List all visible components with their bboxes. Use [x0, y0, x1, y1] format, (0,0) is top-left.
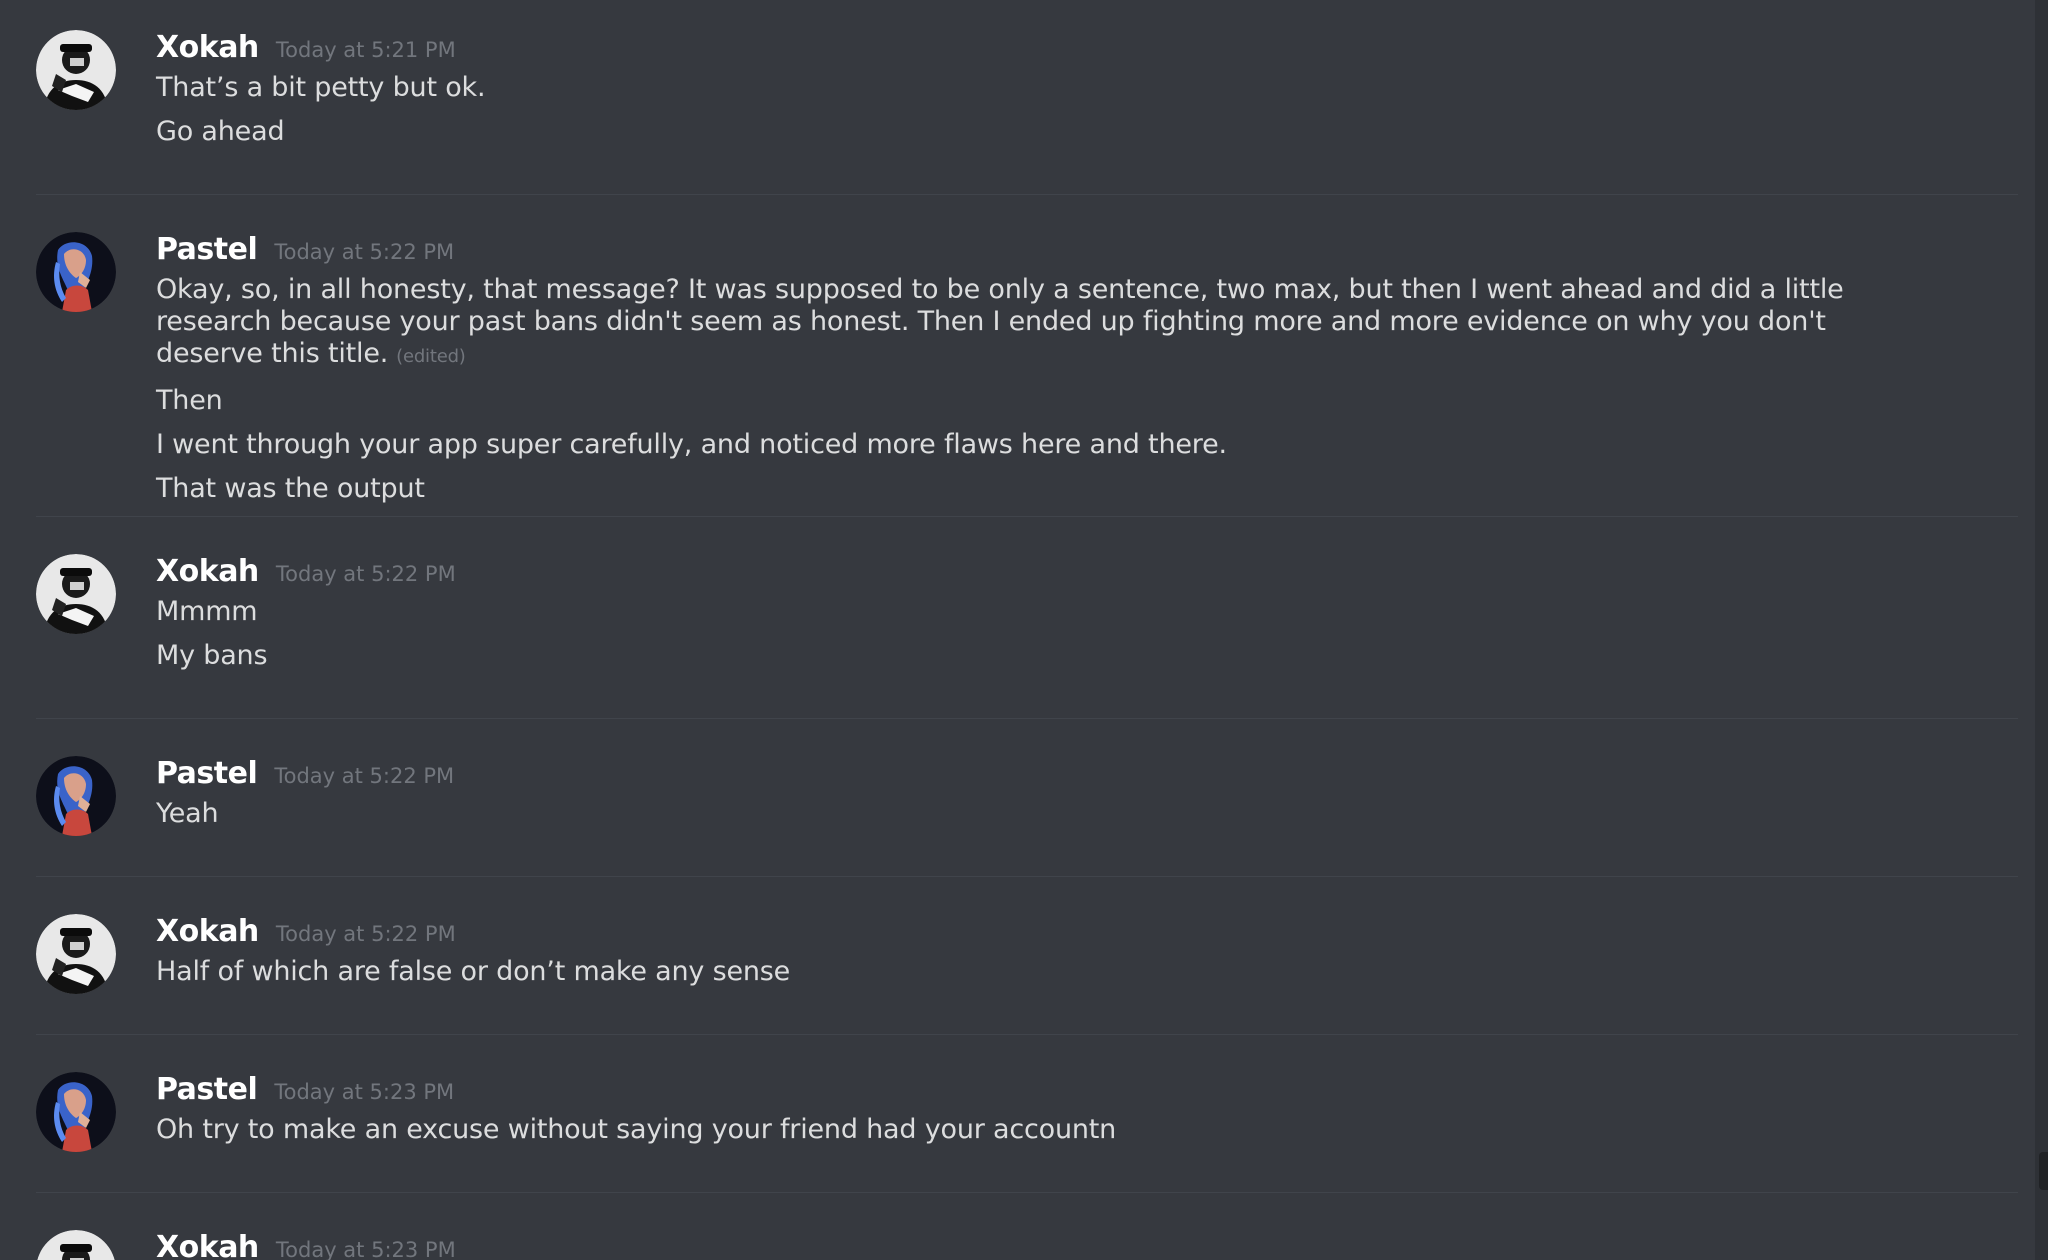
message-header: Xokah Today at 5:22 PM	[156, 914, 2016, 954]
message-text: Go ahead	[156, 116, 285, 147]
message-text: Then	[156, 385, 223, 416]
blue-haired-person-avatar-icon	[36, 232, 116, 312]
message-content: Xokah Today at 5:22 PM Mmmm My bans	[156, 554, 2016, 672]
message-text: Half of which are false or don’t make an…	[156, 956, 791, 987]
avatar[interactable]	[36, 30, 116, 110]
blue-haired-person-avatar-icon	[36, 1072, 116, 1152]
message-text: Mmmm	[156, 596, 258, 627]
avatar[interactable]	[36, 1230, 116, 1260]
avatar[interactable]	[36, 1072, 116, 1152]
message-timestamp[interactable]: Today at 5:23 PM	[274, 1080, 454, 1104]
message-timestamp[interactable]: Today at 5:22 PM	[274, 764, 454, 788]
username[interactable]: Xokah	[156, 30, 259, 65]
message-content: Xokah Today at 5:21 PM That’s a bit pett…	[156, 30, 2016, 148]
username[interactable]: Xokah	[156, 554, 259, 589]
message-header: Xokah Today at 5:22 PM	[156, 554, 2016, 594]
message-content: Pastel Today at 5:23 PM Oh try to make a…	[156, 1072, 2016, 1146]
avatar[interactable]	[36, 554, 116, 634]
username[interactable]: Pastel	[156, 756, 258, 791]
message-timestamp[interactable]: Today at 5:21 PM	[276, 38, 456, 62]
message-text: Oh try to make an excuse without saying …	[156, 1114, 1117, 1145]
message-text: That was the output	[156, 473, 425, 504]
message-divider	[36, 1192, 2018, 1193]
scrollbar-track[interactable]	[2035, 0, 2048, 1260]
avatar[interactable]	[36, 914, 116, 994]
message-text: I went through your app super carefully,…	[156, 429, 1227, 460]
message-text: That’s a bit petty but ok.	[156, 72, 486, 103]
username[interactable]: Pastel	[156, 232, 258, 267]
message-content: Xokah Today at 5:23 PM	[156, 1230, 2016, 1260]
message-header: Pastel Today at 5:22 PM	[156, 756, 2016, 796]
message-content: Pastel Today at 5:22 PM Okay, so, in all…	[156, 232, 2016, 505]
message-header: Pastel Today at 5:23 PM	[156, 1072, 2016, 1112]
username[interactable]: Pastel	[156, 1072, 258, 1107]
masked-person-avatar-icon	[36, 554, 116, 634]
edited-label: (edited)	[396, 346, 466, 367]
scrollbar-thumb[interactable]	[2039, 1152, 2048, 1190]
message-timestamp[interactable]: Today at 5:23 PM	[276, 1238, 456, 1260]
username[interactable]: Xokah	[156, 1230, 259, 1260]
blue-haired-person-avatar-icon	[36, 756, 116, 836]
avatar[interactable]	[36, 756, 116, 836]
message-divider	[36, 194, 2018, 195]
message-text: Yeah	[156, 798, 219, 829]
masked-person-avatar-icon	[36, 30, 116, 110]
message-header: Xokah Today at 5:21 PM	[156, 30, 2016, 70]
username[interactable]: Xokah	[156, 914, 259, 949]
message-timestamp[interactable]: Today at 5:22 PM	[274, 240, 454, 264]
message-divider	[36, 876, 2018, 877]
masked-person-avatar-icon	[37, 1230, 115, 1260]
chat-message-list: Xokah Today at 5:21 PM That’s a bit pett…	[0, 0, 2048, 1260]
message-timestamp[interactable]: Today at 5:22 PM	[276, 922, 456, 946]
message-timestamp[interactable]: Today at 5:22 PM	[276, 562, 456, 586]
avatar[interactable]	[36, 232, 116, 312]
message-header: Xokah Today at 5:23 PM	[156, 1230, 2016, 1260]
message-header: Pastel Today at 5:22 PM	[156, 232, 2016, 272]
message-content: Xokah Today at 5:22 PM Half of which are…	[156, 914, 2016, 988]
message-divider	[36, 516, 2018, 517]
message-text: My bans	[156, 640, 268, 671]
message-content: Pastel Today at 5:22 PM Yeah	[156, 756, 2016, 830]
message-divider	[36, 718, 2018, 719]
message-divider	[36, 1034, 2018, 1035]
message-text: Okay, so, in all honesty, that message? …	[156, 274, 1916, 373]
masked-person-avatar-icon	[36, 914, 116, 994]
